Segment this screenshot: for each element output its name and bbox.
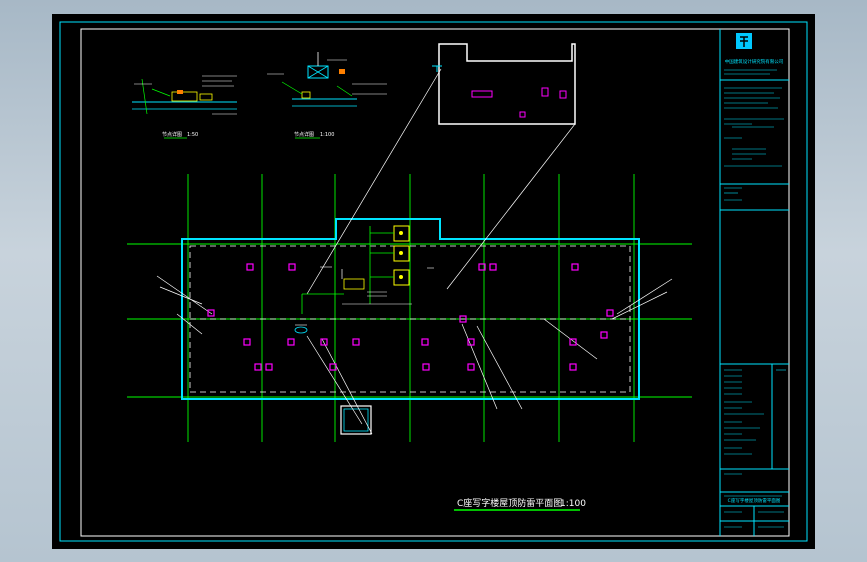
sheet-inner-border <box>80 28 790 537</box>
cad-drawing: 中国建筑设计研究院有限公司 C座写字楼屋顶防雷平面图 节点详图 1:50 节点详… <box>59 21 808 542</box>
cad-viewport[interactable]: 中国建筑设计研究院有限公司 C座写字楼屋顶防雷平面图 节点详图 1:50 节点详… <box>52 14 815 549</box>
upper-roof-outline <box>438 43 576 125</box>
company-name: 中国建筑设计研究院有限公司 <box>725 58 784 65</box>
title-block: 中国建筑设计研究院有限公司 C座写字楼屋顶防雷平面图 <box>719 29 789 536</box>
detail-1: 节点详图 1:50 <box>132 75 237 139</box>
detail-1-label: 节点详图 <box>162 131 182 138</box>
leader-lines <box>156 68 673 435</box>
sheet-title: C座写字楼屋顶防雷平面图 <box>728 497 781 504</box>
equipment-markers <box>207 263 614 371</box>
main-title-scale: 1:100 <box>560 499 586 509</box>
axis-grid <box>127 174 692 442</box>
main-title: C座写字楼屋顶防雷平面图 1:100 <box>454 497 586 511</box>
detail-2-label: 节点详图 <box>294 131 314 138</box>
detail-2-scale: 1:100 <box>320 132 334 138</box>
detail-2: 节点详图 1:100 <box>267 52 387 139</box>
roof-hatch <box>340 405 372 435</box>
detail-1-scale: 1:50 <box>187 132 198 138</box>
main-title-text: C座写字楼屋顶防雷平面图 <box>457 497 562 509</box>
